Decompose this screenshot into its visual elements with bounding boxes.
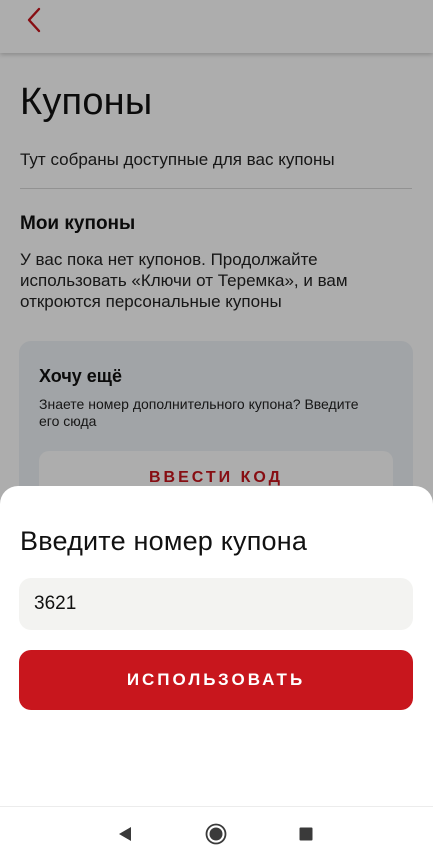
triangle-back-icon	[119, 827, 131, 841]
coupon-entry-sheet: Введите номер купона ИСПОЛЬЗОВАТЬ	[0, 486, 433, 806]
nav-back-button[interactable]	[113, 822, 137, 846]
square-recents-icon	[299, 827, 313, 841]
system-nav-bar	[0, 806, 433, 860]
nav-home-button[interactable]	[204, 822, 228, 846]
circle-home-icon	[205, 823, 227, 845]
use-coupon-button[interactable]: ИСПОЛЬЗОВАТЬ	[19, 650, 413, 710]
nav-recents-button[interactable]	[294, 822, 318, 846]
coupon-code-input[interactable]	[19, 578, 413, 630]
sheet-title: Введите номер купона	[20, 526, 308, 556]
